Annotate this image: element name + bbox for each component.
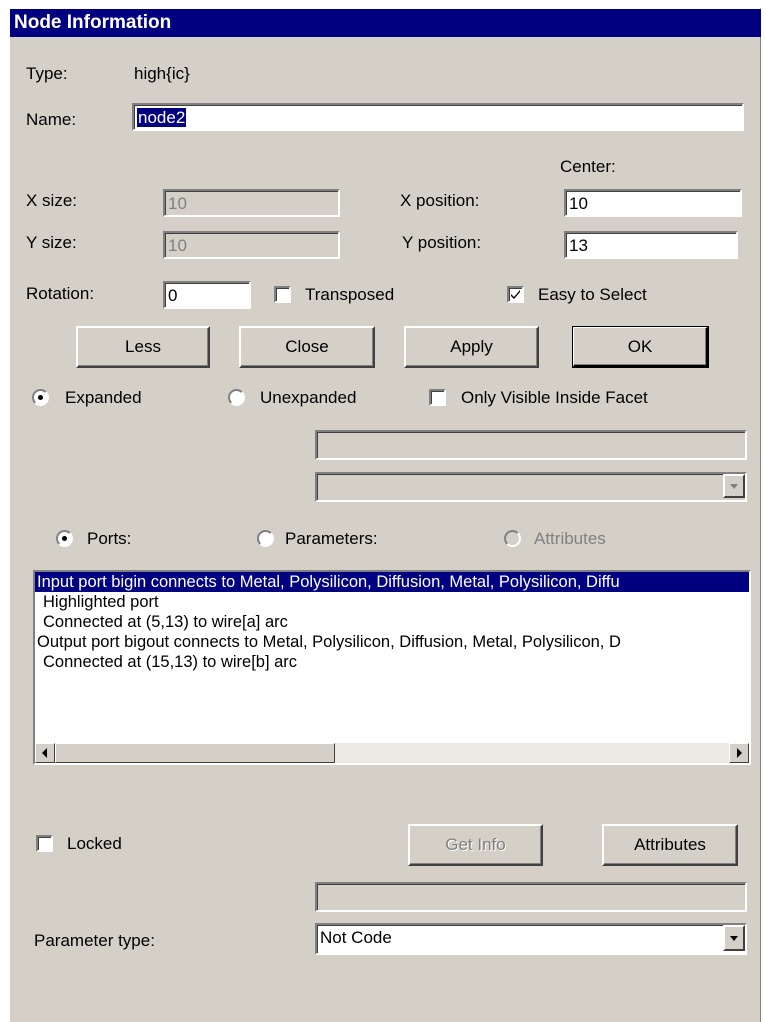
- y-size-label: Y size:: [26, 233, 77, 252]
- y-position-input[interactable]: 13: [564, 231, 738, 259]
- attributes-radio[interactable]: [504, 530, 521, 547]
- parameter-type-label: Parameter type:: [34, 931, 155, 950]
- only-visible-checkbox[interactable]: [429, 389, 446, 406]
- transposed-checkbox[interactable]: [274, 286, 291, 303]
- disabled-text-field: [315, 430, 747, 460]
- scroll-left-button[interactable]: [35, 743, 55, 763]
- center-label: Center:: [560, 157, 616, 176]
- expanded-label: Expanded: [65, 388, 142, 407]
- scroll-right-button[interactable]: [729, 743, 749, 763]
- unexpanded-radio[interactable]: [228, 389, 245, 406]
- disabled-dropdown-arrow: [723, 474, 745, 498]
- close-button[interactable]: Close: [239, 326, 375, 368]
- x-position-label: X position:: [400, 191, 480, 210]
- easy-to-select-checkbox[interactable]: [507, 286, 524, 303]
- list-item[interactable]: Input port bigin connects to Metal, Poly…: [35, 572, 749, 592]
- type-value: high{ic}: [134, 64, 190, 83]
- get-info-button[interactable]: Get Info: [408, 824, 543, 866]
- checkmark-icon: [511, 290, 520, 299]
- locked-label: Locked: [67, 834, 122, 853]
- parameter-type-value: Not Code: [320, 928, 392, 947]
- x-size-input[interactable]: 10: [163, 189, 340, 217]
- attributes-button[interactable]: Attributes: [602, 824, 738, 866]
- name-label: Name:: [26, 110, 77, 129]
- ports-radio[interactable]: [56, 530, 73, 547]
- disabled-dropdown: [315, 472, 747, 502]
- x-position-input[interactable]: 10: [564, 189, 742, 217]
- ports-list[interactable]: Input port bigin connects to Metal, Poly…: [33, 570, 751, 765]
- name-input[interactable]: node2: [132, 103, 744, 131]
- rotation-input[interactable]: 0: [163, 281, 251, 309]
- window-title: Node Information: [14, 12, 172, 33]
- ok-button[interactable]: OK: [572, 326, 709, 368]
- apply-button[interactable]: Apply: [404, 326, 539, 368]
- arrow-right-icon: [737, 748, 742, 758]
- attributes-radio-label: Attributes: [534, 529, 606, 548]
- easy-to-select-label: Easy to Select: [538, 285, 647, 304]
- rotation-label: Rotation:: [26, 284, 95, 303]
- y-position-label: Y position:: [402, 233, 482, 252]
- y-size-input[interactable]: 10: [163, 231, 340, 259]
- scroll-thumb[interactable]: [55, 743, 335, 763]
- ports-label: Ports:: [87, 529, 132, 548]
- list-item[interactable]: Highlighted port: [43, 592, 159, 612]
- arrow-left-icon: [42, 748, 47, 758]
- chevron-down-icon: [730, 484, 738, 489]
- only-visible-label: Only Visible Inside Facet: [461, 388, 648, 407]
- parameter-type-select[interactable]: Not Code: [315, 923, 747, 955]
- title-bar: Node Information: [10, 9, 761, 37]
- parameter-type-dropdown-button[interactable]: [723, 925, 745, 951]
- locked-checkbox[interactable]: [36, 835, 53, 852]
- parameters-radio[interactable]: [257, 530, 274, 547]
- x-size-label: X size:: [26, 191, 78, 210]
- name-input-value: node2: [137, 108, 187, 127]
- expanded-radio[interactable]: [32, 389, 49, 406]
- less-button[interactable]: Less: [76, 326, 210, 368]
- list-item[interactable]: Output port bigout connects to Metal, Po…: [37, 632, 621, 652]
- horizontal-scrollbar[interactable]: [35, 743, 749, 763]
- list-item[interactable]: Connected at (5,13) to wire[a] arc: [43, 612, 288, 632]
- parameter-value-field: [315, 882, 747, 912]
- list-item[interactable]: Connected at (15,13) to wire[b] arc: [43, 652, 297, 672]
- unexpanded-label: Unexpanded: [260, 388, 357, 407]
- parameters-label: Parameters:: [285, 529, 378, 548]
- chevron-down-icon: [730, 936, 738, 941]
- transposed-label: Transposed: [305, 285, 395, 304]
- type-label: Type:: [26, 64, 68, 83]
- node-information-dialog: Node Information Type: high{ic} Name: no…: [9, 8, 761, 1022]
